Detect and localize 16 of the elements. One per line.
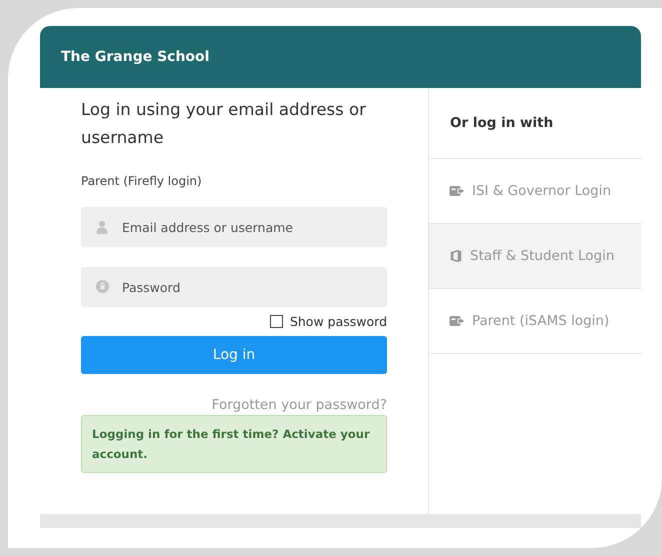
checkbox[interactable] [270,314,283,328]
document-icon [449,248,463,264]
login-option[interactable]: Staff & Student Login [429,224,641,289]
login-option[interactable]: Parent (iSAMS login) [429,289,641,354]
card-icon [449,183,465,199]
checkbox-label[interactable]: Show password [290,314,387,328]
login-button[interactable]: Log in [81,336,387,374]
card-icon [449,313,465,329]
providers-heading: Or log in with [429,88,641,159]
school-name: The Grange School [61,49,210,65]
input-field[interactable]: Password [81,267,387,307]
form-label: Parent (Firefly login) [81,174,203,188]
login-heading: Log in using your email address or username [81,99,367,149]
forgot-password-link[interactable]: Forgotten your password? [212,397,387,413]
input-field[interactable]: Email address or username [81,207,387,247]
activation-notice[interactable]: Logging in for the first time? Activate your account. [81,415,387,473]
